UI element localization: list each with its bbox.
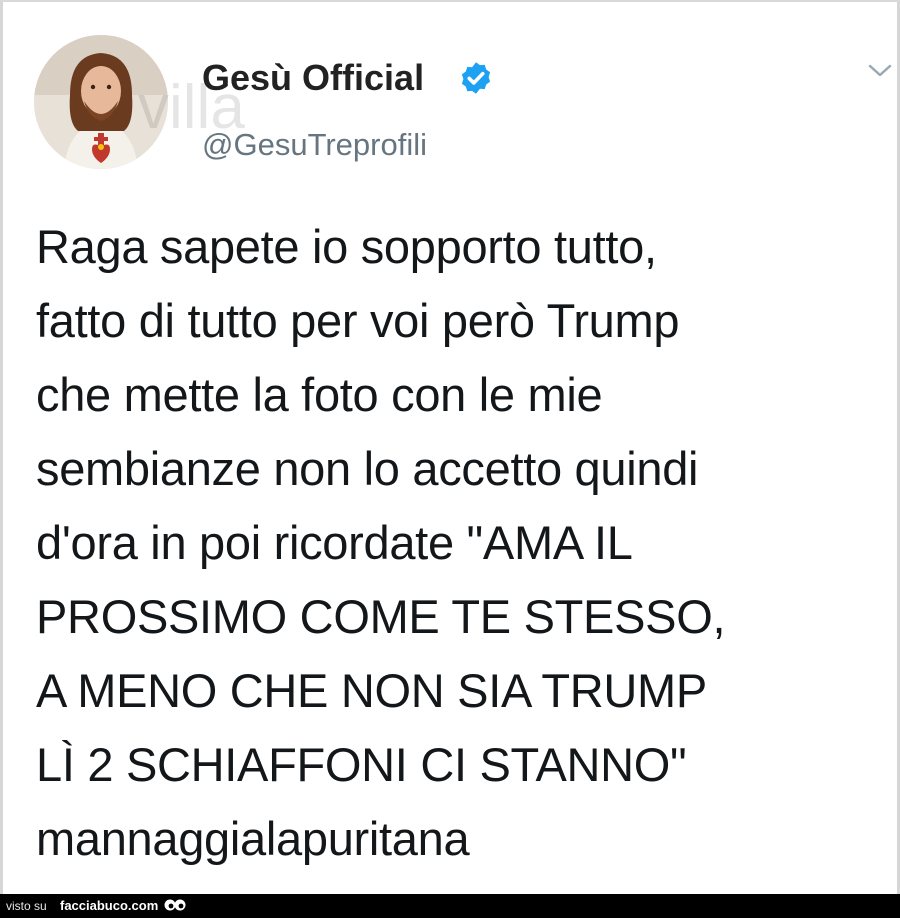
chevron-down-icon[interactable] <box>866 60 894 82</box>
footer-site-link[interactable]: facciabuco.com <box>60 898 158 913</box>
tweet-card: villa Gesù Official @GesuTreprofili Raga… <box>0 0 900 894</box>
site-footer: visto su facciabuco.com <box>0 894 900 918</box>
display-name[interactable]: Gesù Official <box>202 57 424 99</box>
tweet-text-line: che mette la foto con le mie <box>36 368 603 421</box>
tweet-text-line: mannaggialapuritana <box>36 812 470 865</box>
tweet-text-line: sembianze non lo accetto quindi <box>36 442 699 495</box>
tweet-text-line: LÌ 2 SCHIAFFONI CI STANNO" <box>36 738 687 791</box>
avatar-image <box>34 35 168 169</box>
tweet-text-line: fatto di tutto per voi però Trump <box>36 294 680 347</box>
tweet-text-line: A MENO CHE NON SIA TRUMP <box>36 664 707 717</box>
tweet-text-line: d'ora in poi ricordate "AMA IL <box>36 516 633 569</box>
avatar[interactable] <box>34 35 168 169</box>
eyes-logo-icon <box>164 899 186 911</box>
tweet-text: Raga sapete io sopporto tutto, fatto di … <box>36 210 886 876</box>
tweet-text-line: Raga sapete io sopporto tutto, <box>36 220 657 273</box>
footer-prefix: visto su <box>6 899 47 913</box>
tweet-text-line: PROSSIMO COME TE STESSO, <box>36 590 726 643</box>
verified-badge-icon <box>461 62 491 94</box>
user-handle[interactable]: @GesuTreprofili <box>202 127 427 163</box>
